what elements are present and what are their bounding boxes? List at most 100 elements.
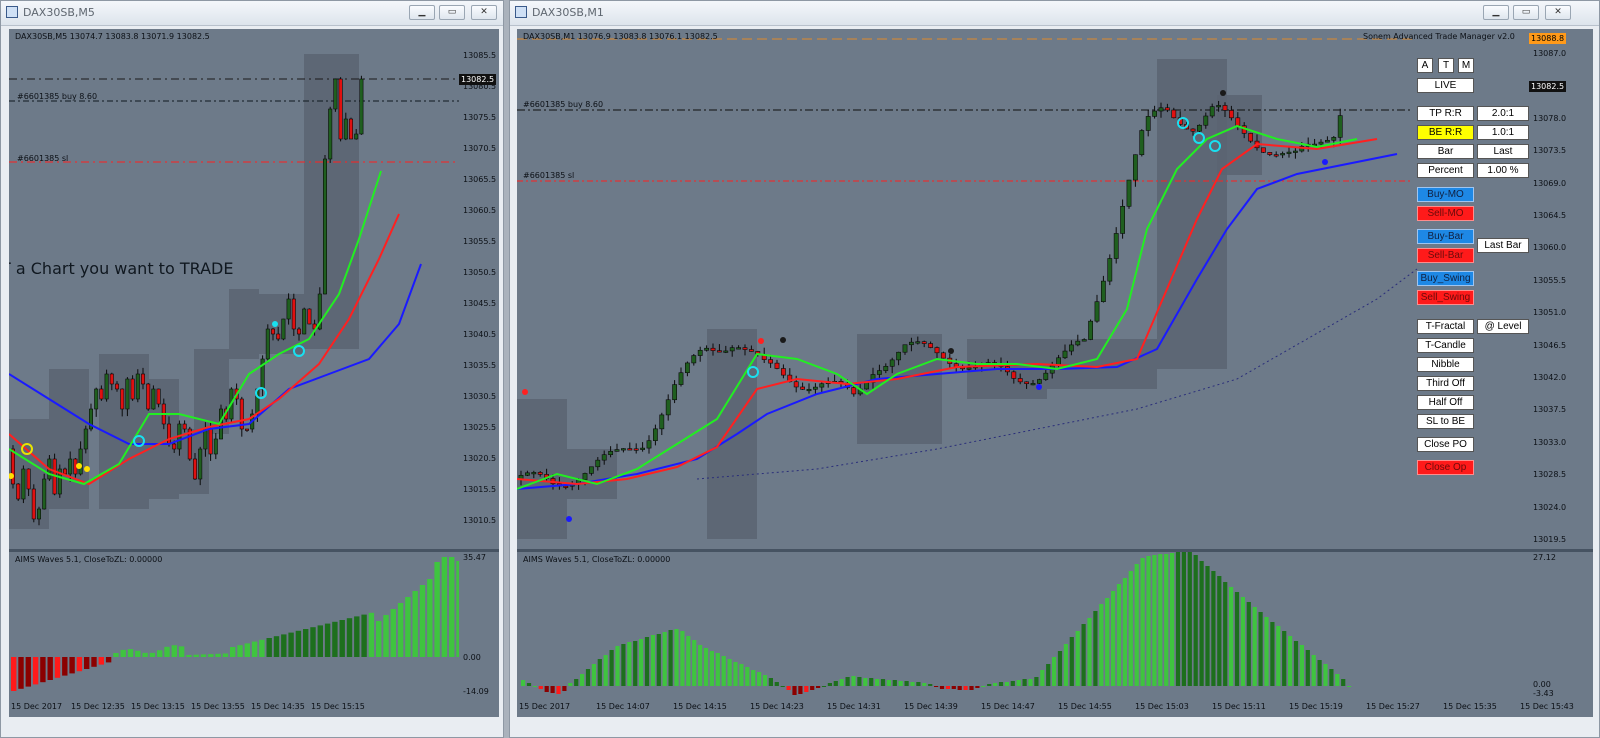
candle-body: [1267, 152, 1273, 155]
minimize-icon[interactable]: ▁: [1483, 5, 1509, 20]
candle-body: [1286, 151, 1292, 154]
close-po-button[interactable]: Close PO: [1417, 437, 1474, 452]
histogram-bar: [1282, 631, 1287, 686]
candle-body: [646, 440, 652, 449]
right-price-chart[interactable]: DAX30SB,M1 13076.9 13083.8 13076.1 13082…: [517, 29, 1529, 549]
candle-body: [876, 370, 882, 375]
histogram-bar: [186, 655, 192, 657]
histogram-bar: [303, 629, 309, 657]
histogram-bar: [412, 591, 418, 657]
buy-mo-button[interactable]: Buy-MO: [1417, 187, 1474, 202]
histogram-bar: [886, 680, 891, 686]
tp-rr-value[interactable]: 2.0:1: [1477, 106, 1529, 121]
at-level-button[interactable]: @ Level: [1477, 319, 1529, 334]
histogram-bar: [32, 657, 39, 685]
histogram-bar: [1341, 679, 1346, 686]
histogram-bar: [739, 664, 744, 686]
be-rr-value[interactable]: 1.0:1: [1477, 125, 1529, 140]
price-tick-label: 13019.5: [1533, 535, 1567, 544]
t-button[interactable]: T: [1438, 58, 1454, 73]
histogram-bar: [120, 649, 126, 657]
sl-to-be-button[interactable]: SL to BE: [1417, 414, 1474, 429]
histogram-bar: [397, 603, 404, 657]
histogram-bar: [1040, 670, 1045, 686]
maximize-icon[interactable]: ▭: [1513, 5, 1539, 20]
left-chart-window[interactable]: DAX30SB,M5 ▁ ▭ ✕ DAX30SB,M5 13074.7 1308…: [0, 0, 504, 738]
candle-body: [62, 468, 67, 475]
m-button[interactable]: M: [1458, 58, 1474, 73]
left-price-chart[interactable]: DAX30SB,M5 13074.7 13083.8 13071.9 13082…: [9, 29, 459, 549]
histogram-bar: [1170, 553, 1175, 686]
close-icon[interactable]: ✕: [471, 5, 497, 20]
histogram-bar: [1246, 602, 1251, 686]
histogram-bar: [1046, 664, 1051, 686]
candle-body: [146, 383, 151, 410]
candle-body: [115, 383, 120, 390]
candle-body: [338, 78, 343, 140]
live-button[interactable]: LIVE: [1417, 78, 1474, 93]
candle-body: [1062, 350, 1068, 359]
histogram-bar: [1335, 674, 1340, 686]
histogram-bar: [1010, 681, 1015, 686]
histogram-bar: [692, 640, 697, 686]
histogram-bar: [149, 652, 156, 657]
candle-body: [125, 378, 130, 410]
percent-button[interactable]: Percent: [1417, 163, 1474, 178]
histogram-bar: [164, 646, 170, 657]
candle-body: [1017, 378, 1023, 383]
right-chart-window[interactable]: DAX30SB,M1 ▁ ▭ ✕ DAX30SB,M1 13076.9 1308…: [509, 0, 1600, 738]
candle-body: [1318, 141, 1324, 145]
price-tick-label: 13055.5: [463, 237, 497, 246]
histogram-bar: [208, 654, 214, 657]
sell-bar-button[interactable]: Sell-Bar: [1417, 248, 1474, 263]
right-title-bar[interactable]: DAX30SB,M1 ▁ ▭ ✕: [510, 1, 1599, 26]
t-fractal-button[interactable]: T-Fractal: [1417, 319, 1474, 334]
range-box: [1047, 339, 1157, 389]
histogram-bar: [1164, 554, 1169, 686]
histogram-bar: [721, 656, 726, 686]
left-ind-tick: -14.09: [463, 687, 489, 696]
left-title-bar[interactable]: DAX30SB,M5 ▁ ▭ ✕: [1, 1, 503, 26]
candle-body: [31, 488, 36, 520]
bar-button[interactable]: Bar: [1417, 144, 1474, 159]
close-icon[interactable]: ✕: [1545, 5, 1571, 20]
candle-body: [1324, 139, 1330, 143]
histogram-bar: [680, 631, 685, 686]
candle-body: [768, 359, 773, 364]
tp-rr-button[interactable]: TP R:R: [1417, 106, 1474, 121]
third-off-button[interactable]: Third Off: [1417, 376, 1474, 391]
buy-bar-button[interactable]: Buy-Bar: [1417, 229, 1474, 244]
minimize-icon[interactable]: ▁: [409, 5, 435, 20]
half-off-button[interactable]: Half Off: [1417, 395, 1474, 410]
buy-swing-button[interactable]: Buy_Swing: [1417, 271, 1474, 286]
candle-body: [812, 386, 818, 390]
histogram-bar: [550, 686, 555, 693]
a-button[interactable]: A: [1417, 58, 1433, 73]
last-bar-button[interactable]: Last Bar: [1477, 238, 1529, 253]
right-time-axis: 15 Dec 2017 15 Dec 14:07 15 Dec 14:15 15 De…: [517, 699, 1593, 717]
histogram-bar: [1105, 598, 1110, 686]
last-button[interactable]: Last: [1477, 144, 1529, 159]
candle-body: [697, 349, 703, 356]
candle-body: [774, 362, 780, 369]
sell-mo-button[interactable]: Sell-MO: [1417, 206, 1474, 221]
histogram-bar: [76, 657, 83, 672]
close-op-button[interactable]: Close Op: [1417, 460, 1474, 475]
histogram-bar: [621, 644, 626, 686]
candle-body: [26, 468, 31, 490]
histogram-bar: [945, 686, 950, 689]
histogram-bar: [709, 651, 714, 686]
be-rr-button[interactable]: BE R:R: [1417, 125, 1474, 140]
candle-body: [640, 447, 645, 450]
t-candle-button[interactable]: T-Candle: [1417, 338, 1474, 353]
histogram-bar: [310, 627, 316, 657]
sell-swing-button[interactable]: Sell_Swing: [1417, 290, 1474, 305]
left-indicator-panel[interactable]: AIMS Waves 5.1, CloseToZL: 0.00000: [9, 552, 459, 699]
nibble-button[interactable]: Nibble: [1417, 357, 1474, 372]
maximize-icon[interactable]: ▭: [439, 5, 465, 20]
chart-window-icon: [515, 6, 527, 18]
histogram-bar: [526, 683, 532, 686]
right-indicator-panel[interactable]: AIMS Waves 5.1, CloseToZL: 0.00000: [517, 552, 1529, 699]
candle-body: [1126, 179, 1132, 207]
percent-value[interactable]: 1.00 %: [1477, 163, 1529, 178]
